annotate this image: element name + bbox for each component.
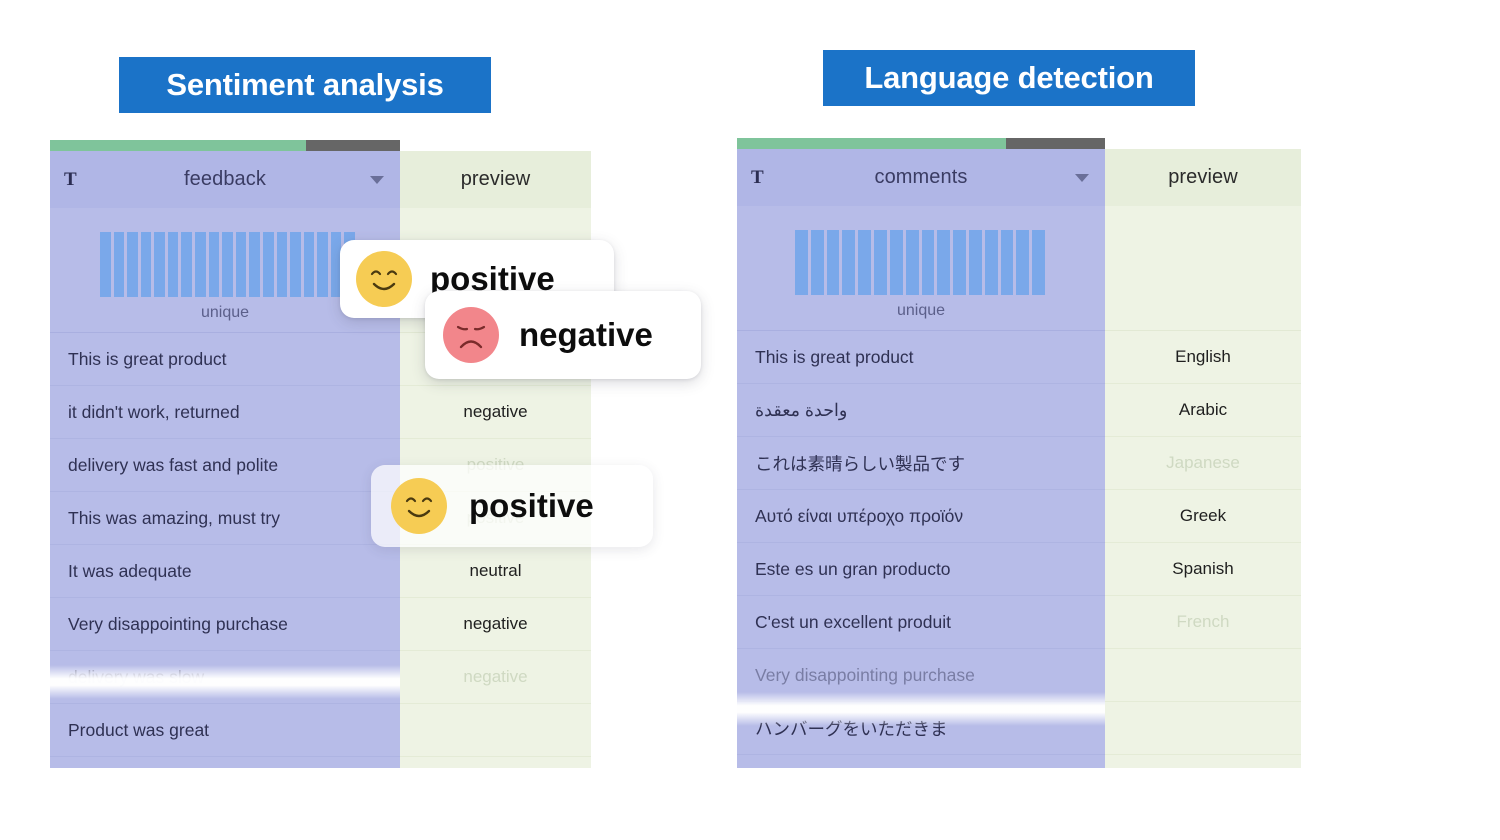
table-row[interactable]: Very disappointing purchase	[50, 598, 400, 651]
table-row[interactable]: ハンバーグをいただきま	[737, 702, 1105, 755]
smiling-face-icon	[356, 251, 412, 307]
table-row[interactable]: This is great product	[50, 333, 400, 386]
cell-comments: C'est un excellent produit	[755, 611, 951, 632]
column-name-comments: comments	[874, 166, 968, 188]
cell-comments: Very disappointing purchase	[755, 664, 975, 685]
cell-feedback: This is great product	[68, 348, 227, 369]
cell-preview: English	[1175, 347, 1231, 366]
table-row[interactable]: It was adequate	[50, 545, 400, 598]
quality-valid-segment	[50, 140, 306, 151]
column-summary-preview	[1105, 206, 1301, 331]
chevron-down-icon[interactable]	[1075, 173, 1089, 182]
column-header-preview[interactable]: preview	[1105, 149, 1301, 206]
column-preview: preview English Arabic Japanese Greek Sp…	[1105, 149, 1301, 768]
cell-comments: これは素晴らしい製品です	[755, 453, 965, 474]
table-row[interactable]: neutral	[400, 545, 591, 598]
quality-other-segment	[305, 140, 400, 151]
table-row[interactable]: delivery was slow	[50, 651, 400, 704]
column-name-preview: preview	[1168, 166, 1238, 188]
panel-title-sentiment: Sentiment analysis	[119, 57, 491, 113]
table-row[interactable]: C'est un excellent produit	[737, 596, 1105, 649]
unique-values-histogram	[100, 232, 355, 297]
panel-title-language: Language detection	[823, 50, 1195, 106]
cell-feedback: This was amazing, must try	[68, 507, 280, 528]
table-row[interactable]: Greek	[1105, 490, 1301, 543]
sentiment-table: T feedback unique This is great product …	[50, 140, 591, 768]
column-header-feedback[interactable]: T feedback	[50, 151, 400, 208]
cell-preview: Japanese	[1166, 453, 1240, 472]
table-row[interactable]: واحدة معقدة	[737, 384, 1105, 437]
column-header-comments[interactable]: T comments	[737, 149, 1105, 206]
result-card-negative[interactable]: negative	[425, 291, 701, 379]
text-type-icon: T	[751, 166, 764, 188]
unique-values-histogram	[795, 230, 1045, 295]
smiling-face-icon	[391, 478, 447, 534]
cell-feedback: it didn't work, returned	[68, 401, 240, 422]
cell-feedback: delivery was slow	[68, 666, 205, 687]
cell-preview: negative	[463, 402, 528, 421]
cell-feedback: It was adequate	[68, 560, 192, 581]
column-quality-bar	[50, 140, 400, 151]
table-row[interactable]: Este es un gran producto	[737, 543, 1105, 596]
cell-preview: Arabic	[1178, 400, 1228, 419]
chevron-down-icon[interactable]	[370, 175, 384, 184]
table-row[interactable]: Japanese	[1105, 437, 1301, 490]
cell-preview: French	[1176, 612, 1230, 631]
table-row[interactable]: Very disappointing purchase	[737, 649, 1105, 702]
cell-comments: Αυτό είναι υπέροχο προϊόν	[755, 505, 964, 526]
cell-preview: negative	[463, 667, 528, 686]
table-row[interactable]: negative	[400, 386, 591, 439]
cell-comments: واحدة معقدة	[755, 399, 848, 420]
table-row[interactable]: Arabic	[1105, 384, 1301, 437]
cell-comments: This is great product	[755, 346, 914, 367]
table-row[interactable]	[400, 704, 591, 757]
sentiment-analysis-panel: Sentiment analysis T feedback unique Thi…	[0, 0, 701, 840]
table-row[interactable]: French	[1105, 596, 1301, 649]
quality-valid-segment	[737, 138, 1006, 149]
quality-other-segment	[1005, 138, 1105, 149]
text-type-icon: T	[64, 168, 77, 190]
column-name-preview: preview	[460, 168, 531, 190]
summary-label-unique: unique	[896, 302, 946, 319]
table-row[interactable]: Spanish	[1105, 543, 1301, 596]
result-card-label: positive	[469, 487, 594, 524]
table-row[interactable]: Product was great	[50, 704, 400, 757]
language-detection-panel: Language detection T comments unique Thi…	[690, 0, 1500, 840]
result-card-positive-secondary[interactable]: positive	[371, 465, 653, 547]
cell-preview: Spanish	[1172, 559, 1234, 578]
table-row[interactable]: negative	[400, 651, 591, 704]
cell-comments: ハンバーグをいただきま	[755, 718, 948, 739]
table-row[interactable]	[1105, 649, 1301, 702]
cell-comments: Este es un gran producto	[755, 558, 951, 579]
language-table: T comments unique This is great product …	[737, 138, 1301, 768]
table-row[interactable]: English	[1105, 331, 1301, 384]
table-row[interactable]: これは素晴らしい製品です	[737, 437, 1105, 490]
table-row[interactable]: negative	[400, 598, 591, 651]
frowning-face-icon	[443, 307, 499, 363]
cell-preview: negative	[463, 614, 528, 633]
column-name-feedback: feedback	[184, 168, 266, 190]
column-summary-comments: unique	[737, 206, 1105, 331]
table-row[interactable]	[1105, 702, 1301, 755]
table-row[interactable]: This was amazing, must try	[50, 492, 400, 545]
cell-feedback: Very disappointing purchase	[68, 613, 288, 634]
cell-preview: neutral	[469, 561, 522, 580]
cell-preview: Greek	[1179, 506, 1227, 525]
column-header-preview[interactable]: preview	[400, 151, 591, 208]
cell-feedback: delivery was fast and polite	[68, 454, 279, 475]
table-row[interactable]: it didn't work, returned	[50, 386, 400, 439]
table-row[interactable]: This is great product	[737, 331, 1105, 384]
column-quality-bar	[737, 138, 1105, 149]
table-row[interactable]: delivery was fast and polite	[50, 439, 400, 492]
cell-feedback: Product was great	[68, 719, 210, 740]
result-card-label: negative	[519, 316, 653, 353]
table-row[interactable]: Αυτό είναι υπέροχο προϊόν	[737, 490, 1105, 543]
column-comments: T comments unique This is great product …	[737, 149, 1105, 768]
